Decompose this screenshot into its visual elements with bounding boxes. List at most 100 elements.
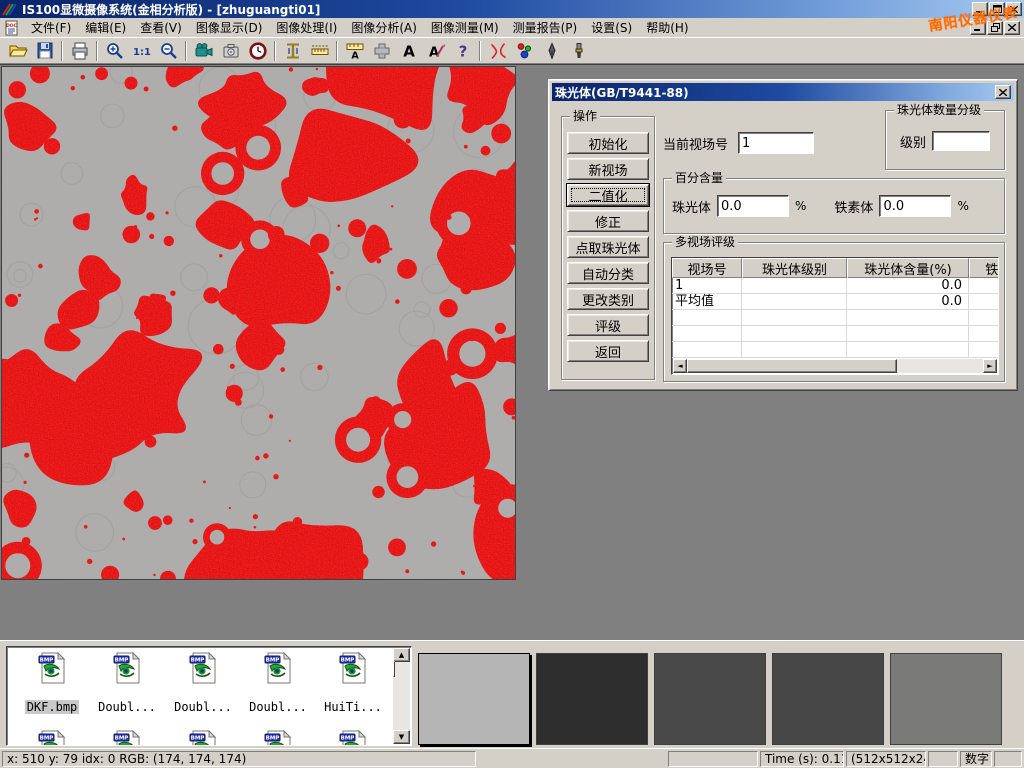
grade-input[interactable] [932,131,990,151]
column-header-4[interactable]: 铁素体含量(%) [969,258,999,278]
table-cell [672,342,742,358]
file-list[interactable]: ▲ ▼ BMPDKF.bmpBMPBMPDoubl...BMPBMPDoubl.… [6,646,412,746]
curve-button[interactable] [484,39,511,63]
help-button[interactable]: ? [449,39,476,63]
svg-text:BMP: BMP [341,736,355,742]
column-header-2[interactable]: 珠光体级别 [742,258,847,278]
file-item-partial-5[interactable]: BMP [320,730,386,746]
menu-item-3[interactable]: 查看(V) [133,17,189,38]
menu-item-10[interactable]: 帮助(H) [639,17,695,38]
file-item-4[interactable]: BMPDoubl... [245,652,311,714]
file-item-3[interactable]: BMPDoubl... [170,652,236,714]
grade-group: 珠光体数量分级 级别 [885,110,1005,170]
table-row-4[interactable] [672,326,998,342]
file-item-1[interactable]: BMPDKF.bmp [19,652,85,714]
operation-group-title: 操作 [570,109,600,123]
table-cell [742,342,847,358]
clock-button[interactable] [244,39,271,63]
preview-thumbnail-1[interactable] [418,653,530,745]
dialog-close-button[interactable] [995,85,1011,99]
table-horizontal-scrollbar[interactable]: ◄ ► [673,359,997,373]
workspace: 珠光体(GB/T9441-88) 操作 初始化新视场二值化修正点取珠光体自动分类… [0,64,1024,640]
op-button-2[interactable]: 新视场 [567,158,649,180]
measure-text-button[interactable]: A [341,39,368,63]
actual-size-button[interactable]: 1:1 [128,39,155,63]
menu-item-2[interactable]: 编辑(E) [78,17,133,38]
caliper-icon [283,41,303,61]
document-icon[interactable]: DOC [4,20,20,36]
zoom-in-icon [105,41,125,61]
ruler-button[interactable] [306,39,333,63]
table-row-1[interactable]: 10.0 [672,278,998,294]
scroll-down-arrow-icon[interactable]: ▼ [393,730,410,744]
file-name: Doubl... [96,700,158,714]
menu-item-5[interactable]: 图像处理(I) [269,17,344,38]
text-button[interactable]: A [395,39,422,63]
current-field-input[interactable] [738,132,814,154]
preview-thumbnail-2[interactable] [536,653,648,745]
table-row-3[interactable] [672,310,998,326]
preview-thumbnail-4[interactable] [772,653,884,745]
scroll-left-arrow-icon[interactable]: ◄ [673,359,687,373]
pearlite-percent-input[interactable] [717,195,789,217]
metallographic-image[interactable] [1,66,516,580]
percent-group: 百分含量 珠光体 % 铁素体 % [663,178,1005,234]
classify-button[interactable] [511,39,538,63]
pen-button[interactable] [538,39,565,63]
menu-item-8[interactable]: 测量报告(P) [506,17,585,38]
op-button-8[interactable]: 评级 [567,314,649,336]
brush-button[interactable] [565,39,592,63]
scrollbar-thumb[interactable] [687,359,897,373]
bottom-panel: ▲ ▼ BMPDKF.bmpBMPBMPDoubl...BMPBMPDoubl.… [0,640,1024,748]
op-button-3[interactable]: 二值化 [567,184,649,206]
toolbar-separator [479,41,481,61]
menu-item-1[interactable]: 文件(F) [24,17,78,38]
ferrite-percent-unit: % [957,199,968,213]
dialog-title-bar[interactable]: 珠光体(GB/T9441-88) [552,83,1014,101]
op-button-4[interactable]: 修正 [567,210,649,232]
file-item-partial-1[interactable]: BMP [19,730,85,746]
save-button[interactable] [31,39,58,63]
file-scrollbar-thumb[interactable] [393,661,395,677]
preview-thumbnail-5[interactable] [890,653,1002,745]
table-row-5[interactable] [672,342,998,358]
op-button-9[interactable]: 返回 [567,340,649,362]
menu-item-9[interactable]: 设置(S) [584,17,639,38]
bmp-file-icon: BMP [111,730,143,746]
file-item-5[interactable]: BMPHuiTi... [320,652,386,714]
column-header-3[interactable]: 珠光体含量(%) [847,258,969,278]
file-item-partial-4[interactable]: BMP [245,730,311,746]
zoom-in-button[interactable] [101,39,128,63]
current-field-label: 当前视场号 [663,134,728,153]
op-button-5[interactable]: 点取珠光体 [567,236,649,258]
file-list-scrollbar[interactable]: ▲ ▼ [393,648,410,744]
menu-item-7[interactable]: 图像测量(M) [424,17,506,38]
column-header-1[interactable]: 视场号 [672,258,742,278]
toolbar-separator [96,41,98,61]
camera-button[interactable] [217,39,244,63]
menu-item-6[interactable]: 图像分析(A) [344,17,424,38]
file-item-partial-3[interactable]: BMP [170,730,236,746]
svg-text:BMP: BMP [341,658,355,664]
caliper-button[interactable] [279,39,306,63]
rating-table[interactable]: 视场号珠光体级别珠光体含量(%)铁素体含量(%) 10.0平均值0.0 ◄ ► [671,257,999,375]
preview-thumbnail-3[interactable] [654,653,766,745]
file-item-2[interactable]: BMPDoubl... [94,652,160,714]
op-button-7[interactable]: 更改类别 [567,288,649,310]
scroll-right-arrow-icon[interactable]: ► [983,359,997,373]
menu-item-4[interactable]: 图像显示(D) [189,17,270,38]
print-button[interactable] [66,39,93,63]
grid-button[interactable] [368,39,395,63]
open-button[interactable] [4,39,31,63]
table-row-2[interactable]: 平均值0.0 [672,294,998,310]
zoom-out-button[interactable] [155,39,182,63]
ferrite-percent-input[interactable] [879,195,951,217]
scroll-up-arrow-icon[interactable]: ▲ [393,648,410,662]
edit-text-button[interactable]: A [422,39,449,63]
rating-table-body: 10.0平均值0.0 [672,278,998,358]
file-item-partial-2[interactable]: BMP [94,730,160,746]
file-name: DKF.bmp [25,700,80,714]
op-button-6[interactable]: 自动分类 [567,262,649,284]
video-camera-button[interactable] [190,39,217,63]
op-button-1[interactable]: 初始化 [567,132,649,154]
